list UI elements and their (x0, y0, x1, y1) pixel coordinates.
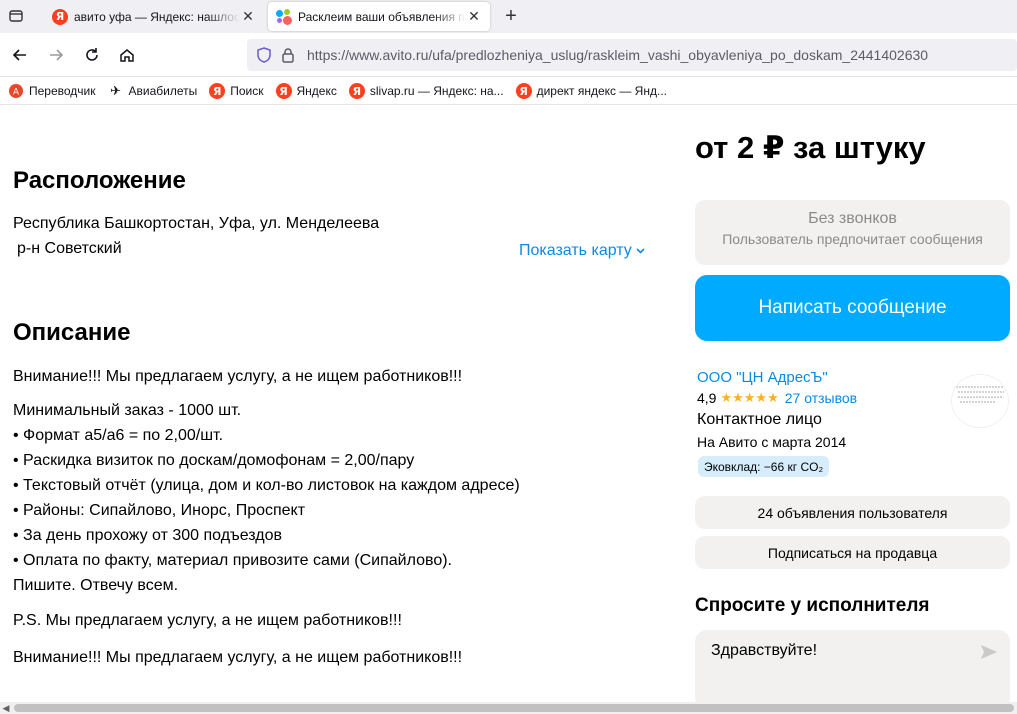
shield-icon[interactable] (255, 46, 273, 64)
seller-since: На Авито с марта 2014 (697, 434, 847, 450)
contact-person-label: Контактное лицо (697, 411, 822, 428)
scrollbar-thumb[interactable] (14, 704, 1014, 712)
navigation-bar: https://www.avito.ru/ufa/predlozheniya_u… (0, 33, 1017, 77)
svg-text:A: A (13, 88, 20, 98)
ask-message-text: Здравствуйте! (711, 642, 818, 659)
description-heading: Описание (13, 319, 131, 346)
description-line: Минимальный заказ - 1000 шт. (13, 402, 242, 419)
bookmark-translator[interactable]: A Переводчик (8, 83, 96, 99)
new-tab-icon[interactable]: + (500, 5, 522, 27)
location-address: Республика Башкортостан, Уфа, ул. Мендел… (13, 215, 380, 232)
write-message-button[interactable]: Написать сообщение (695, 275, 1010, 341)
location-heading: Расположение (13, 167, 186, 194)
yandex-icon: Я (348, 83, 365, 99)
tab-bar: Я авито уфа — Яндекс: нашлось ✕ Расклеим… (0, 0, 1017, 33)
send-icon[interactable] (979, 642, 999, 662)
description-line: Внимание!!! Мы предлагаем услугу, а не и… (13, 368, 463, 385)
description-line: • За день прохожу от 300 подъездов (13, 527, 282, 544)
tab-title: авито уфа — Яндекс: нашлось (74, 9, 240, 24)
address-bar[interactable]: https://www.avito.ru/ufa/predlozheniya_u… (247, 39, 1017, 71)
back-icon[interactable] (8, 43, 32, 67)
close-icon[interactable]: ✕ (240, 8, 256, 25)
no-calls-subtitle: Пользователь предпочитает сообщения (722, 231, 983, 247)
bookmark-flights[interactable]: ✈ Авиабилеты (108, 83, 197, 99)
description-line: • Районы: Сипайлово, Инорс, Проспект (13, 502, 306, 519)
bookmark-search[interactable]: Я Поиск (209, 83, 264, 99)
location-district: р-н Советский (17, 240, 122, 257)
horizontal-scrollbar[interactable]: ◀ (0, 702, 1017, 714)
description-line: • Оплата по факту, материал привозите са… (13, 552, 452, 569)
eco-badge[interactable]: Эковклад: −66 кг CO₂ (698, 456, 830, 477)
subscribe-seller-button[interactable]: Подписаться на продавца (695, 536, 1010, 569)
url-text: https://www.avito.ru/ufa/predlozheniya_u… (307, 47, 929, 63)
home-icon[interactable] (115, 43, 139, 67)
tab-yandex-search[interactable]: Я авито уфа — Яндекс: нашлось ✕ (44, 2, 264, 31)
tab-list-icon[interactable] (4, 4, 28, 28)
yandex-icon: Я (52, 8, 68, 25)
user-listings-button[interactable]: 24 объявления пользователя (695, 496, 1010, 529)
avito-icon (276, 8, 292, 25)
airplane-icon: ✈ (110, 83, 121, 98)
yandex-icon: Я (515, 83, 532, 99)
tab-title: Расклеим ваши объявления по (298, 9, 466, 24)
reviews-link[interactable]: 27 отзывов (785, 390, 857, 406)
tab-avito-listing[interactable]: Расклеим ваши объявления по ✕ (268, 2, 490, 31)
bookmark-yandex[interactable]: Я Яндекс (275, 83, 337, 99)
rating-stars: ★★★★★ (720, 390, 779, 405)
show-map-label: Показать карту (519, 242, 632, 259)
lock-icon[interactable] (279, 46, 297, 64)
translate-icon: A (8, 83, 24, 99)
no-calls-title: Без звонков (808, 210, 897, 227)
description-line: • Раскидка визиток по доскам/домофонам =… (13, 452, 415, 469)
description-line: Пишите. Отвечу всем. (13, 577, 179, 594)
description-line: P.S. Мы предлагаем услугу, а не ищем раб… (13, 612, 402, 629)
rating-value: 4,9 (697, 390, 717, 406)
seller-name-link[interactable]: ООО "ЦН АдресЪ" (697, 369, 828, 386)
chevron-down-icon (636, 246, 645, 257)
price: от 2 ₽ за штуку (695, 130, 926, 165)
description-line: • Формат а5/а6 = по 2,00/шт. (13, 427, 224, 444)
description-line: • Текстовый отчёт (улица, дом и кол-во л… (13, 477, 520, 494)
ask-seller-heading: Спросите у исполнителя (695, 595, 930, 616)
reload-icon[interactable] (80, 43, 104, 67)
avatar[interactable] (951, 374, 1009, 428)
scroll-left-icon[interactable]: ◀ (0, 702, 12, 714)
bookmark-direct[interactable]: Я директ яндекс — Янд... (515, 83, 667, 99)
description-line: Внимание!!! Мы предлагаем услугу, а не и… (13, 649, 463, 666)
bookmarks-bar: A Переводчик ✈ Авиабилеты Я Поиск Я Янде… (0, 78, 1017, 105)
forward-icon[interactable] (44, 43, 68, 67)
yandex-icon: Я (275, 83, 292, 99)
seller-rating: 4,9 ★★★★★ 27 отзывов (697, 390, 857, 406)
no-calls-notice: Без звонков Пользователь предпочитает со… (695, 200, 1010, 265)
close-icon[interactable]: ✕ (466, 8, 482, 25)
show-map-link[interactable]: Показать карту (519, 242, 645, 260)
bookmark-slivap[interactable]: Я slivap.ru — Яндекс: на... (348, 83, 504, 99)
yandex-icon: Я (209, 83, 226, 99)
page-content: Расположение Республика Башкортостан, Уф… (0, 106, 1017, 702)
ask-message-field[interactable]: Здравствуйте! (695, 630, 1010, 702)
